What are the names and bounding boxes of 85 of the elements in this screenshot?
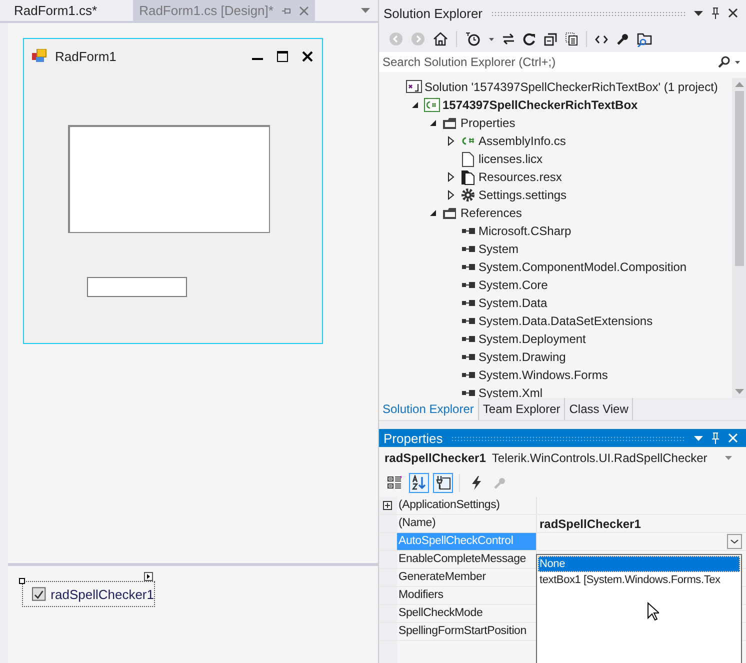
tree-item[interactable]: licenses.licx: [478, 152, 543, 166]
sync-icon[interactable]: [502, 33, 514, 45]
reference-icon: [460, 317, 474, 325]
tree-item[interactable]: System.Drawing: [478, 350, 566, 364]
tree-item[interactable]: Microsoft.CSharp: [478, 224, 572, 238]
folder-icon: [442, 206, 458, 220]
history-icon[interactable]: [464, 32, 480, 46]
spell-check-icon: [32, 587, 46, 601]
home-icon[interactable]: [432, 32, 448, 46]
expand-arrow-icon[interactable]: [446, 136, 454, 146]
close-icon[interactable]: [728, 8, 738, 18]
reference-icon: [460, 335, 474, 343]
panel-tab[interactable]: Class View: [565, 398, 634, 420]
copy-icon[interactable]: [564, 32, 578, 46]
caret-icon[interactable]: [488, 38, 494, 40]
caret-icon[interactable]: [725, 456, 732, 460]
alphabetical-icon[interactable]: [408, 473, 428, 493]
reference-icon: [460, 245, 474, 253]
reference-icon: [460, 353, 474, 361]
refresh-icon[interactable]: [522, 32, 536, 46]
component-label: radSpellChecker1: [50, 586, 154, 602]
expand-icon[interactable]: [383, 501, 392, 510]
properties-icon[interactable]: [432, 473, 452, 493]
document-tab[interactable]: RadForm1.cs*: [8, 0, 104, 21]
dropdown-icon[interactable]: [694, 10, 703, 16]
expand-arrow-icon[interactable]: [446, 172, 454, 182]
tree-item[interactable]: References: [460, 206, 522, 220]
tree-item[interactable]: AssemblyInfo.cs: [478, 134, 566, 148]
close-icon[interactable]: [302, 50, 313, 62]
caret-icon[interactable]: [735, 61, 740, 64]
tree-item[interactable]: System.Windows.Forms: [478, 368, 608, 382]
reference-icon: [460, 227, 474, 235]
property-value: radSpellChecker1: [540, 516, 641, 530]
reference-icon: [460, 389, 474, 397]
tree-item[interactable]: System.Deployment: [478, 332, 586, 346]
dropdown-button[interactable]: [727, 534, 742, 549]
csharp-project-icon: [424, 98, 440, 112]
dropdown-option[interactable]: textBox1 [System.Windows.Forms.Tex: [538, 572, 740, 588]
panel-title: Properties: [384, 430, 443, 446]
tree-item[interactable]: System.Data: [478, 296, 548, 310]
tree-item[interactable]: System.Core: [478, 278, 548, 292]
tree-item[interactable]: System.Data.DataSetExtensions: [478, 314, 653, 328]
folder-search-icon[interactable]: [636, 32, 652, 46]
gear-icon: [460, 188, 474, 202]
csharp-file-icon: [460, 136, 476, 146]
tree-item[interactable]: System.Xml: [478, 386, 543, 400]
panel-tab[interactable]: Solution Explorer: [378, 398, 479, 420]
wrench-icon[interactable]: [616, 32, 628, 46]
documents-icon: [460, 170, 474, 184]
folder-icon: [442, 116, 458, 130]
reference-icon: [460, 263, 474, 271]
tree-item[interactable]: System.ComponentModel.Composition: [478, 260, 687, 274]
tree-item[interactable]: Solution '1574397SpellCheckerRichTextBox' (1 project): [424, 80, 718, 94]
maximize-icon[interactable]: [277, 50, 288, 62]
collapse-arrow-icon[interactable]: [428, 208, 436, 218]
smart-tag-icon[interactable]: [144, 572, 153, 581]
solution-icon: [406, 80, 422, 94]
search-icon[interactable]: [718, 56, 730, 68]
panel-tab[interactable]: Team Explorer: [478, 398, 566, 420]
cursor-icon: [646, 602, 658, 621]
form-title: RadForm1: [55, 48, 116, 64]
tree-item[interactable]: Resources.resx: [478, 170, 562, 184]
reference-icon: [460, 371, 474, 379]
tree-item[interactable]: 1574397SpellCheckerRichTextBox: [442, 98, 638, 112]
reference-icon: [460, 299, 474, 307]
property-name[interactable]: (Name): [396, 515, 536, 532]
form-icon: [32, 49, 47, 63]
tree-item[interactable]: System: [478, 242, 519, 256]
collapse-arrow-icon[interactable]: [410, 100, 418, 110]
selection-handle[interactable]: [19, 578, 25, 584]
search-field[interactable]: Search Solution Explorer (Ctrl+;): [378, 52, 746, 72]
reference-icon: [460, 281, 474, 289]
expand-arrow-icon[interactable]: [446, 190, 454, 200]
collapse-arrow-icon[interactable]: [428, 118, 436, 128]
file-icon: [462, 152, 474, 166]
tray-component[interactable]: radSpellChecker1: [22, 581, 155, 607]
property-name[interactable]: (ApplicationSettings): [396, 497, 536, 514]
collapse-icon[interactable]: [544, 32, 556, 46]
pin-icon[interactable]: [711, 7, 720, 19]
dropdown-option[interactable]: None: [538, 556, 740, 572]
object-selector[interactable]: radSpellChecker1 Telerik.WinControls.UI.RadSpellChecker: [378, 447, 746, 469]
panel-title: Solution Explorer: [384, 6, 482, 20]
tree-item[interactable]: Settings.settings: [478, 188, 567, 202]
tree-item[interactable]: Properties: [460, 116, 516, 130]
code-icon[interactable]: [594, 34, 608, 44]
